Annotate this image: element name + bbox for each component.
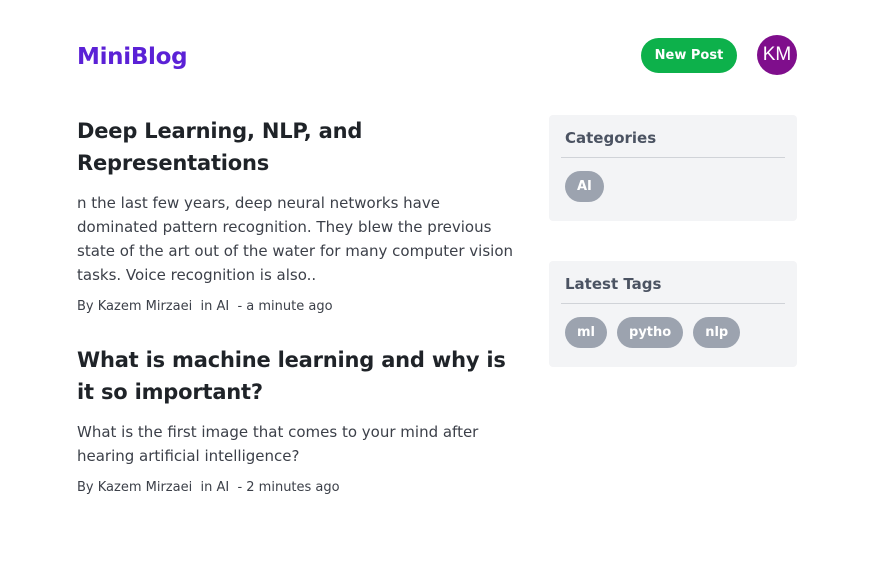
- category-chip[interactable]: AI: [565, 171, 604, 202]
- new-post-button[interactable]: New Post: [641, 38, 737, 73]
- post-author[interactable]: Kazem Mirzaei: [98, 299, 192, 314]
- tags-card: Latest Tags ml pytho nlp: [549, 261, 797, 367]
- category-prefix: in: [192, 299, 217, 314]
- post-meta: By Kazem Mirzaei in AI - a minute ago: [77, 299, 517, 314]
- tag-chip-list: ml pytho nlp: [561, 304, 785, 348]
- tags-title: Latest Tags: [561, 275, 785, 304]
- post-category[interactable]: AI: [216, 480, 229, 495]
- author-prefix: By: [77, 480, 98, 495]
- post-author[interactable]: Kazem Mirzaei: [98, 480, 192, 495]
- post-excerpt: n the last few years, deep neural networ…: [77, 194, 514, 284]
- post-time: - 2 minutes ago: [229, 480, 340, 495]
- post-item: Deep Learning, NLP, and Representations …: [77, 115, 517, 314]
- post-title[interactable]: Deep Learning, NLP, and Representations: [77, 115, 517, 179]
- post-meta: By Kazem Mirzaei in AI - 2 minutes ago: [77, 480, 517, 495]
- tag-chip[interactable]: nlp: [693, 317, 741, 348]
- categories-title: Categories: [561, 129, 785, 158]
- brand-logo[interactable]: MiniBlog: [77, 44, 188, 70]
- post-list: Deep Learning, NLP, and Representations …: [77, 115, 517, 525]
- categories-card: Categories AI: [549, 115, 797, 221]
- tag-chip[interactable]: pytho: [617, 317, 684, 348]
- author-prefix: By: [77, 299, 98, 314]
- post-item: What is machine learning and why is it s…: [77, 344, 517, 495]
- post-time: - a minute ago: [229, 299, 333, 314]
- category-chip-list: AI: [561, 158, 785, 202]
- tag-chip[interactable]: ml: [565, 317, 608, 348]
- category-prefix: in: [192, 480, 217, 495]
- post-title[interactable]: What is machine learning and why is it s…: [77, 344, 517, 408]
- post-category[interactable]: AI: [216, 299, 229, 314]
- post-excerpt: What is the first image that comes to yo…: [77, 423, 479, 465]
- avatar[interactable]: KM: [757, 35, 797, 75]
